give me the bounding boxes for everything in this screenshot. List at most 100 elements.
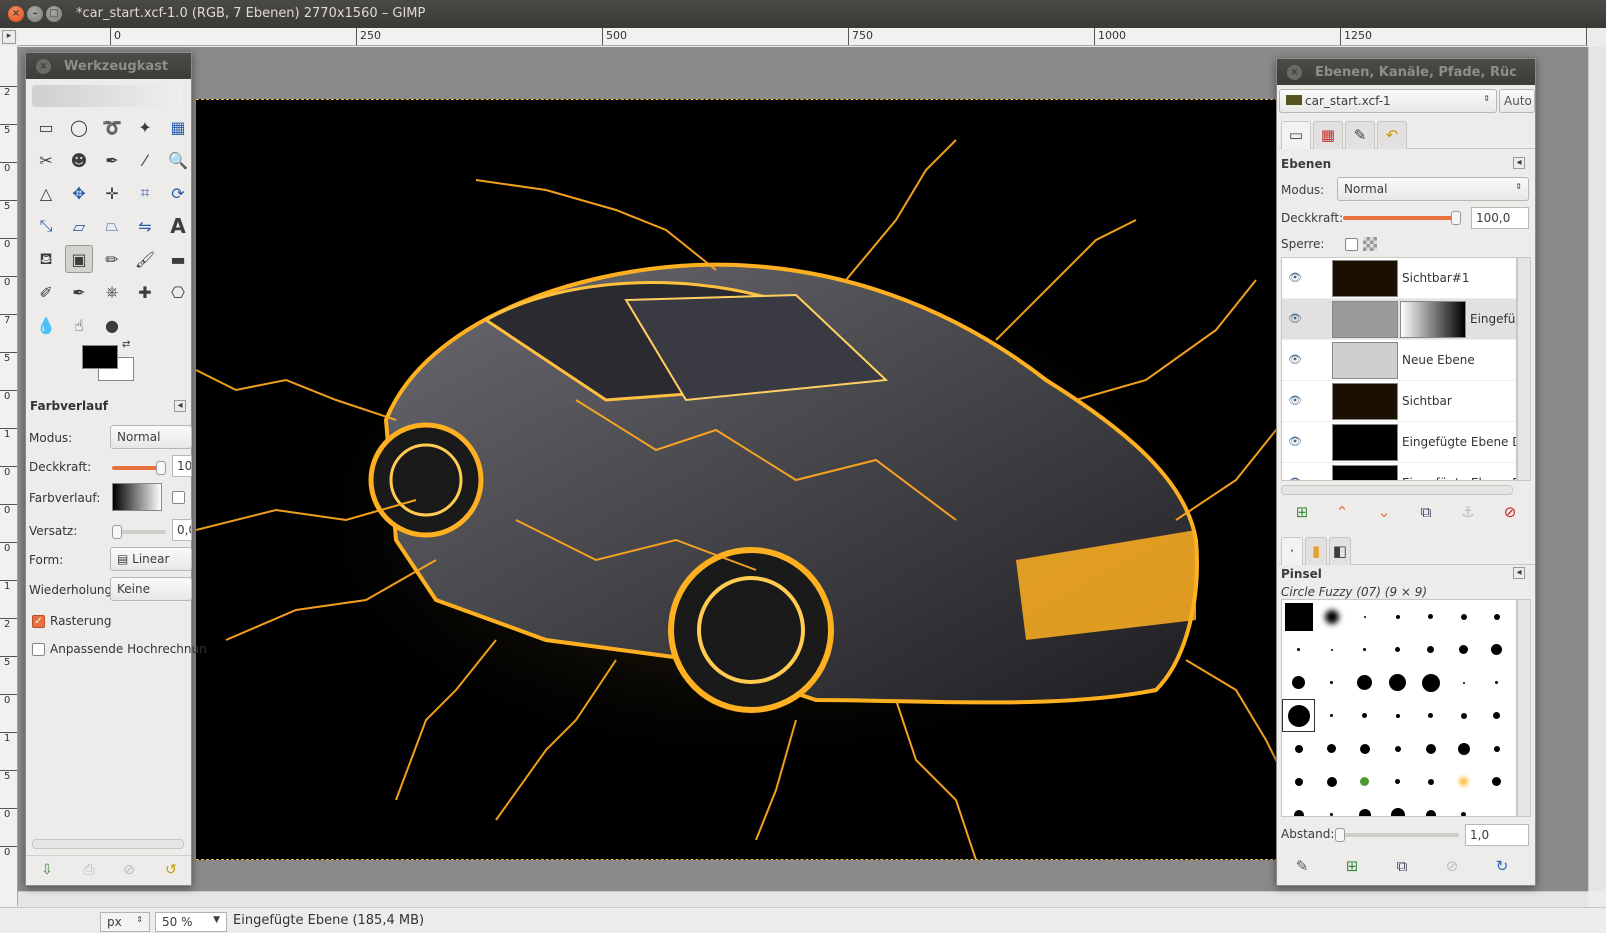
repeat-select[interactable]: Keine (110, 577, 192, 601)
refresh-brushes-icon[interactable]: ↻ (1493, 857, 1511, 875)
dodge-burn-icon[interactable]: ● (98, 311, 126, 339)
new-layer-icon[interactable]: ⊞ (1293, 503, 1311, 521)
ink-icon[interactable]: ✒ (65, 278, 93, 306)
brush-preset[interactable] (1447, 633, 1480, 666)
unit-select[interactable]: px ⇕ (100, 912, 150, 932)
brush-preset[interactable] (1480, 600, 1513, 633)
brush-scrollbar[interactable] (1517, 599, 1531, 817)
lock-alpha-icon[interactable] (1363, 237, 1377, 251)
spacing-slider[interactable] (1335, 833, 1459, 837)
tab-channels[interactable]: ▦ (1313, 121, 1343, 149)
brush-preset[interactable] (1381, 699, 1414, 732)
scale-icon[interactable]: ⤡ (32, 212, 60, 240)
gradient-icon[interactable]: ▣ (65, 245, 93, 273)
rotate-icon[interactable]: ⟳ (164, 179, 192, 207)
toolbox-hscroll[interactable] (32, 839, 184, 849)
window-maximize-button[interactable]: □ (46, 6, 62, 22)
brush-preset[interactable] (1282, 732, 1315, 765)
gradient-preview[interactable] (112, 483, 162, 511)
edit-brush-icon[interactable]: ✎ (1293, 857, 1311, 875)
heal-icon[interactable]: ✚ (131, 278, 159, 306)
eye-icon[interactable]: 👁 (1288, 476, 1302, 481)
layer-list-hscroll[interactable] (1281, 485, 1513, 495)
paths-icon[interactable]: ✒ (98, 146, 126, 174)
lock-pixels-checkbox[interactable] (1345, 238, 1358, 251)
gradient-reverse-checkbox[interactable] (172, 491, 185, 504)
brush-preset[interactable] (1315, 666, 1348, 699)
ellipse-select-icon[interactable]: ◯ (65, 113, 93, 141)
anchor-layer-icon[interactable]: ⚓ (1459, 503, 1477, 521)
text-icon[interactable]: A (164, 212, 192, 240)
swap-colors-icon[interactable]: ⇄ (122, 339, 130, 350)
new-brush-icon[interactable]: ⊞ (1343, 857, 1361, 875)
brush-preset[interactable] (1348, 765, 1381, 798)
smudge-icon[interactable]: ☝ (65, 311, 93, 339)
brush-preset[interactable] (1315, 633, 1348, 666)
align-icon[interactable]: ✛ (98, 179, 126, 207)
tab-brushes[interactable]: · (1281, 537, 1303, 565)
vertical-ruler[interactable]: 250500750100012501500 (0, 46, 18, 906)
brush-preset[interactable] (1381, 765, 1414, 798)
brush-preset[interactable] (1480, 666, 1513, 699)
layer-row[interactable]: 👁Eingefüg (1282, 299, 1517, 340)
layer-name[interactable]: Neue Ebene (1402, 353, 1475, 367)
eye-icon[interactable]: 👁 (1288, 312, 1302, 325)
perspective-icon[interactable]: ⏢ (98, 212, 126, 240)
brush-preset[interactable] (1480, 732, 1513, 765)
auto-button[interactable]: Auto (1499, 89, 1535, 113)
move-icon[interactable]: ✥ (65, 179, 93, 207)
brush-preset[interactable] (1282, 798, 1315, 817)
brush-preset[interactable] (1480, 765, 1513, 798)
rect-select-icon[interactable]: ▭ (32, 113, 60, 141)
spacing-input[interactable]: 1,0 (1465, 824, 1529, 846)
restore-options-icon[interactable]: ⎙ (80, 862, 98, 880)
offset-slider[interactable] (112, 530, 166, 534)
layer-row[interactable]: 👁 Eingefügte Ebene Du (1282, 463, 1517, 481)
brush-preset[interactable] (1315, 765, 1348, 798)
layer-list-scrollbar[interactable] (1517, 257, 1531, 481)
window-minimize-button[interactable]: – (27, 6, 43, 22)
shape-select[interactable]: ▤ Linear (110, 547, 192, 571)
eye-icon[interactable]: 👁 (1288, 353, 1302, 366)
brush-preset[interactable] (1414, 600, 1447, 633)
brush-preset[interactable] (1282, 633, 1315, 666)
crop-icon[interactable]: ⌗ (131, 179, 159, 207)
opacity-input[interactable]: 10 (172, 455, 192, 477)
brush-preset[interactable] (1414, 699, 1447, 732)
horizontal-ruler[interactable]: 0250500750100012501500175020002250250027… (18, 28, 1588, 46)
tab-menu-icon[interactable]: ◂ (1513, 157, 1525, 169)
flip-icon[interactable]: ⇋ (131, 212, 159, 240)
offset-input[interactable]: 0,0 (172, 519, 192, 541)
image-canvas[interactable] (196, 99, 1333, 860)
tab-gradients[interactable]: ◧ (1329, 537, 1351, 565)
tab-menu-icon[interactable]: ◂ (174, 400, 186, 412)
tab-patterns[interactable]: ▮ (1305, 537, 1327, 565)
brush-preset[interactable] (1414, 633, 1447, 666)
brush-preset[interactable] (1348, 699, 1381, 732)
layer-name[interactable]: Eingefügte Ebene Du (1402, 435, 1517, 449)
brush-preset[interactable] (1348, 798, 1381, 817)
shear-icon[interactable]: ▱ (65, 212, 93, 240)
reset-options-icon[interactable]: ↺ (162, 862, 180, 880)
mode-select[interactable]: Normal (110, 425, 192, 449)
eye-icon[interactable]: 👁 (1288, 271, 1302, 284)
brush-preset[interactable] (1348, 600, 1381, 633)
dither-checkbox[interactable]: ✓ (32, 615, 45, 628)
brush-preset[interactable] (1282, 699, 1315, 732)
brush-preset[interactable] (1447, 732, 1480, 765)
lasso-icon[interactable]: ➰ (98, 113, 126, 141)
layer-name[interactable]: Eingefügte Ebene Du (1402, 476, 1517, 481)
adaptive-checkbox[interactable] (32, 643, 45, 656)
menu-arrow-icon[interactable]: ▸ (2, 30, 16, 44)
fuzzy-select-icon[interactable]: ✦ (131, 113, 159, 141)
zoom-icon[interactable]: 🔍 (164, 146, 192, 174)
layer-name[interactable]: Sichtbar#1 (1402, 271, 1469, 285)
eraser-icon[interactable]: ▬ (164, 245, 192, 273)
brush-preset[interactable] (1381, 600, 1414, 633)
delete-options-icon[interactable]: ⊘ (120, 862, 138, 880)
horizontal-scrollbar[interactable] (18, 891, 1588, 907)
tab-layers[interactable]: ▭ (1281, 121, 1311, 149)
delete-brush-icon[interactable]: ⊘ (1443, 857, 1461, 875)
layer-row[interactable]: 👁Sichtbar (1282, 381, 1517, 422)
brush-preset[interactable] (1447, 666, 1480, 699)
